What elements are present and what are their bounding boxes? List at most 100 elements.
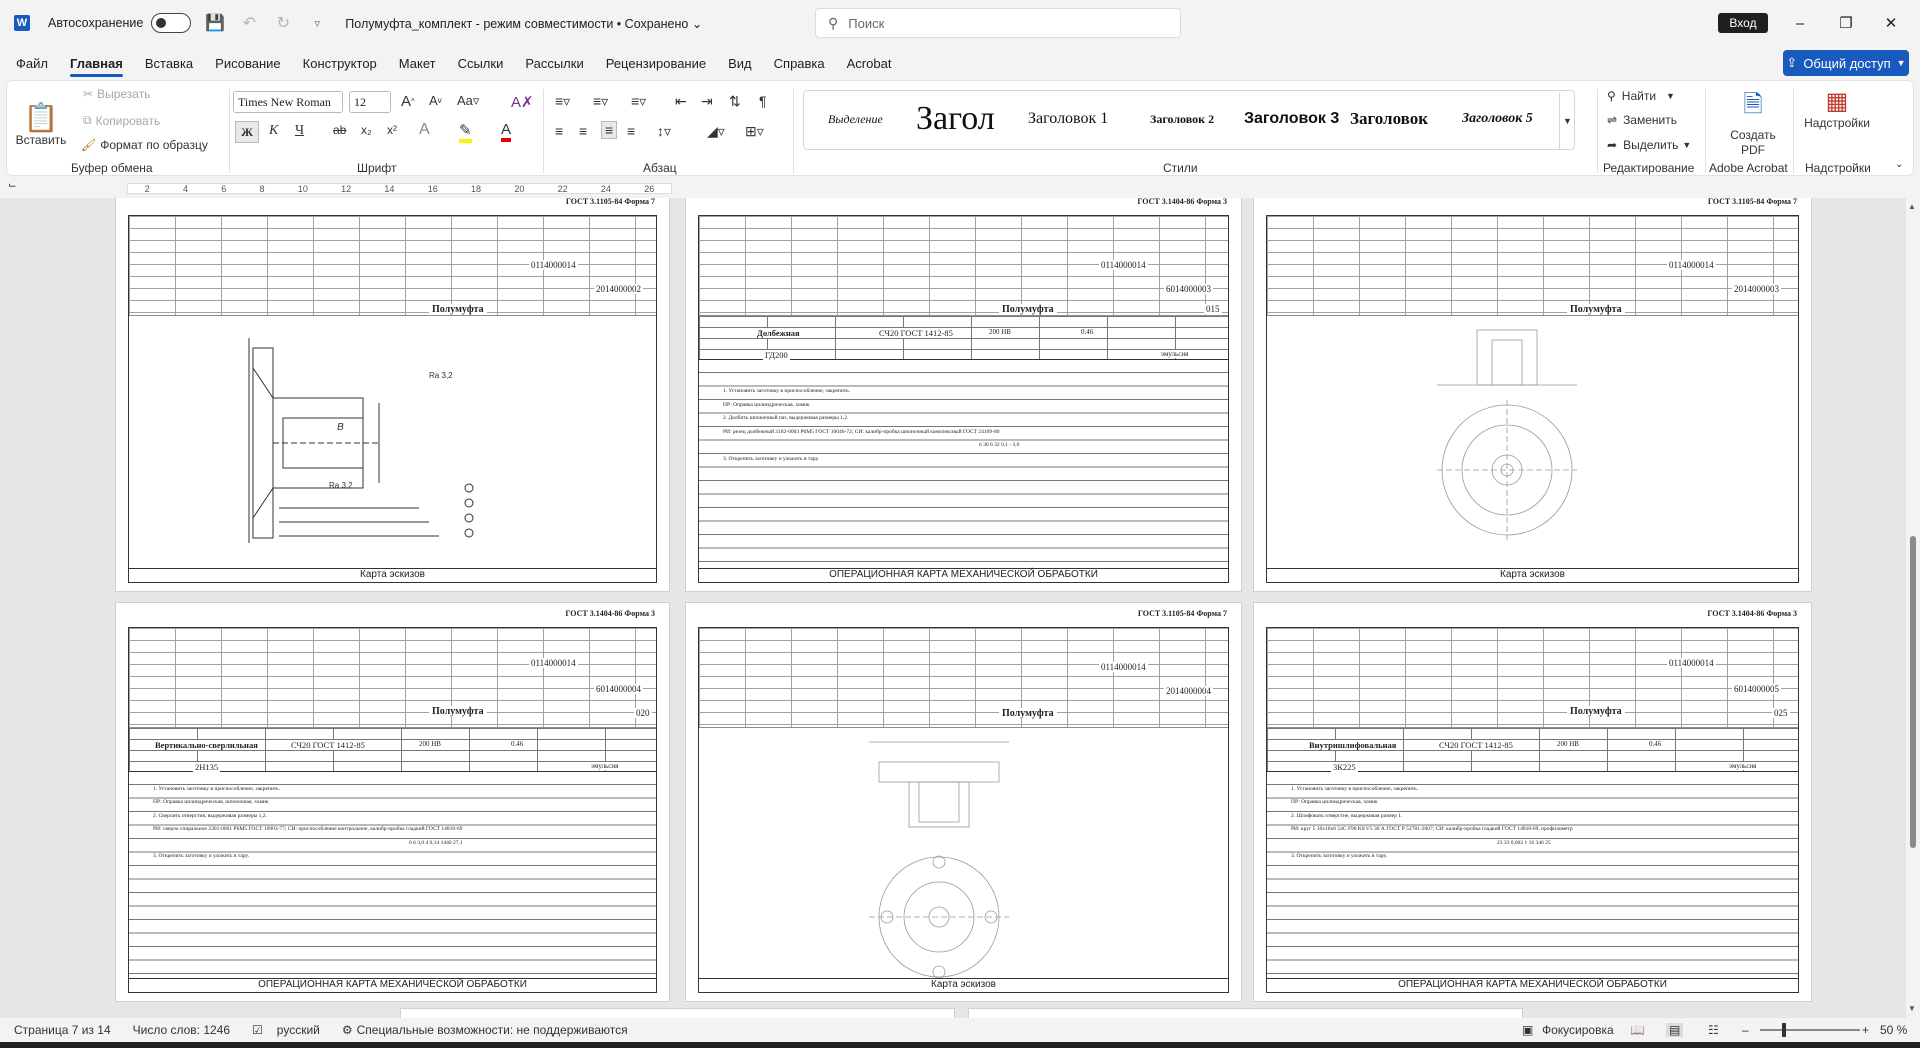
share-button[interactable]: ⇪ Общий доступ ▼ — [1783, 50, 1909, 76]
scroll-down-icon[interactable]: ▼ — [1908, 1004, 1916, 1013]
align-right-icon[interactable]: ≡ — [627, 123, 635, 139]
tab-insert[interactable]: Вставка — [145, 52, 193, 75]
increase-indent-icon[interactable]: ⇥ — [701, 93, 713, 110]
language[interactable]: русский — [277, 1023, 320, 1037]
zoom-out-icon[interactable]: – — [1742, 1023, 1749, 1037]
multilevel-list-icon[interactable]: ≡▿ — [631, 93, 646, 110]
font-color-icon[interactable]: A — [501, 121, 512, 142]
tab-help[interactable]: Справка — [774, 52, 825, 75]
find-button[interactable]: ⚲ Найти ▼ — [1607, 89, 1675, 103]
page-count[interactable]: Страница 7 из 14 — [14, 1023, 111, 1037]
page-operation-card[interactable]: ГОСТ 3.1404-86 Форма 3 0114000014 601400… — [1253, 602, 1812, 1002]
document-canvas[interactable]: ГОСТ 3.1105-84 Форма 7 0114000014 201400… — [0, 198, 1906, 1018]
replace-button[interactable]: ⇌ Заменить — [1607, 113, 1677, 127]
redo-icon[interactable]: ↻ — [273, 13, 293, 33]
web-layout-icon[interactable]: ☷ — [1708, 1023, 1719, 1037]
bullets-icon[interactable]: ≡▿ — [555, 93, 570, 110]
tab-mailings[interactable]: Рассылки — [525, 52, 583, 75]
justify-icon[interactable]: ≡ — [601, 121, 618, 139]
decrease-indent-icon[interactable]: ⇤ — [675, 93, 687, 110]
page-operation-card[interactable]: ГОСТ 3.1404-86 Форма 3 0114000014 601400… — [685, 198, 1242, 592]
tab-layout[interactable]: Макет — [399, 52, 436, 75]
vertical-scrollbar[interactable]: ▲ ▼ — [1906, 198, 1920, 1018]
bold-button[interactable]: Ж — [235, 121, 259, 143]
change-case-button[interactable]: Aa▿ — [457, 93, 479, 109]
page-next[interactable] — [400, 1008, 955, 1018]
document-title[interactable]: Полумуфта_комплект - режим совместимости… — [345, 16, 702, 31]
pilcrow-icon[interactable]: ¶ — [759, 93, 767, 109]
page-sketch-card[interactable]: ГОСТ 3.1105-84 Форма 7 0114000014 201400… — [115, 198, 670, 592]
read-mode-icon[interactable]: 📖 — [1630, 1023, 1645, 1037]
font-name-select[interactable]: Times New Roman — [233, 91, 343, 113]
tab-selector-icon[interactable]: ⌙ — [8, 180, 16, 191]
autosave-toggle[interactable] — [151, 13, 192, 33]
tab-design[interactable]: Конструктор — [303, 52, 377, 75]
clear-formatting-icon[interactable]: A✗ — [511, 93, 534, 111]
shading-icon[interactable]: ◢▿ — [707, 123, 725, 140]
numbering-icon[interactable]: ≡▿ — [593, 93, 608, 110]
line-spacing-icon[interactable]: ↕▿ — [657, 123, 671, 140]
page-sketch-card[interactable]: ГОСТ 3.1105-84 Форма 7 0114000014 201400… — [1253, 198, 1812, 592]
copy-button[interactable]: ⧉ Копировать — [83, 113, 160, 128]
style-heading-1[interactable]: Заголовок 1 — [1028, 99, 1132, 139]
style-title[interactable]: Загол — [916, 99, 1016, 139]
undo-icon[interactable]: ↶ — [239, 13, 259, 33]
signin-button[interactable]: Вход — [1718, 13, 1768, 33]
italic-button[interactable]: К — [269, 123, 278, 139]
style-heading-3[interactable]: Заголовок 3 — [1244, 99, 1340, 139]
tab-file[interactable]: Файл — [16, 52, 48, 75]
zoom-in-icon[interactable]: + — [1862, 1023, 1869, 1037]
word-count[interactable]: Число слов: 1246 — [133, 1023, 230, 1037]
strikethrough-button[interactable]: ab — [333, 123, 346, 137]
search-box[interactable]: ⚲ Поиск — [815, 8, 1181, 38]
ruler-strip[interactable]: 2 4 6 8 10 12 14 16 18 20 22 24 26 — [127, 183, 672, 194]
subscript-button[interactable]: x₂ — [361, 123, 372, 137]
style-emphasis[interactable]: Выделение — [828, 99, 898, 139]
accessibility-icon[interactable]: ⚙ — [342, 1023, 353, 1037]
cut-button[interactable]: ✂ Вырезать — [83, 87, 150, 101]
style-heading-2[interactable]: Заголовок 2 — [1150, 99, 1230, 139]
focus-mode[interactable]: Фокусировка — [1542, 1023, 1614, 1037]
tab-draw[interactable]: Рисование — [215, 52, 280, 75]
style-heading-5[interactable]: Заголовок 5 — [1462, 99, 1554, 139]
superscript-button[interactable]: x² — [387, 123, 397, 137]
addins-button[interactable]: ▦ Надстройки — [1799, 87, 1875, 130]
tab-home[interactable]: Главная — [69, 52, 123, 77]
styles-expand-button[interactable]: ▼ — [1559, 93, 1575, 149]
focus-icon[interactable]: ▣ — [1522, 1023, 1533, 1037]
print-layout-icon[interactable]: ▤ — [1666, 1023, 1684, 1037]
text-effects-icon[interactable]: A — [419, 121, 430, 139]
scrollbar-thumb[interactable] — [1910, 536, 1916, 848]
customize-toolbar-icon[interactable]: ▿ — [307, 17, 327, 30]
tab-review[interactable]: Рецензирование — [606, 52, 706, 75]
close-button[interactable]: ✕ — [1868, 10, 1914, 36]
align-center-icon[interactable]: ≡ — [579, 123, 587, 139]
grow-font-button[interactable]: A ^ — [401, 93, 415, 110]
spellcheck-icon[interactable]: ☑ — [252, 1023, 263, 1037]
tab-references[interactable]: Ссылки — [458, 52, 504, 75]
page-sketch-card[interactable]: ГОСТ 3.1105-84 Форма 7 0114000014 201400… — [685, 602, 1242, 1002]
tab-view[interactable]: Вид — [728, 52, 752, 75]
format-painter-button[interactable]: 🖌 Формат по образцу — [81, 138, 208, 152]
zoom-level[interactable]: 50 % — [1880, 1023, 1907, 1037]
scroll-up-icon[interactable]: ▲ — [1908, 202, 1916, 211]
select-button[interactable]: ➦ Выделить ▼ — [1607, 138, 1691, 152]
paste-button[interactable]: 📋 Вставить — [16, 89, 67, 148]
align-left-icon[interactable]: ≡ — [555, 123, 563, 139]
shrink-font-button[interactable]: Av — [429, 93, 442, 108]
save-icon[interactable]: 💾 — [205, 13, 225, 33]
underline-button[interactable]: Ч — [295, 123, 304, 139]
zoom-slider[interactable] — [1760, 1023, 1860, 1037]
zoom-slider-thumb[interactable] — [1782, 1023, 1786, 1037]
page-next[interactable] — [968, 1008, 1523, 1018]
sort-icon[interactable]: ⇅ — [729, 93, 741, 110]
style-heading[interactable]: Заголовок — [1350, 99, 1446, 139]
collapse-ribbon-icon[interactable]: ⌄ — [1895, 159, 1903, 170]
borders-icon[interactable]: ⊞▿ — [745, 123, 764, 140]
page-operation-card[interactable]: ГОСТ 3.1404-86 Форма 3 0114000014 601400… — [115, 602, 670, 1002]
tab-acrobat[interactable]: Acrobat — [847, 52, 892, 75]
restore-button[interactable]: ❐ — [1823, 10, 1869, 36]
font-size-select[interactable]: 12 — [349, 91, 391, 113]
create-pdf-button[interactable]: 🗎 Создать PDF — [1719, 87, 1787, 158]
highlight-icon[interactable]: ✎ — [459, 121, 472, 143]
